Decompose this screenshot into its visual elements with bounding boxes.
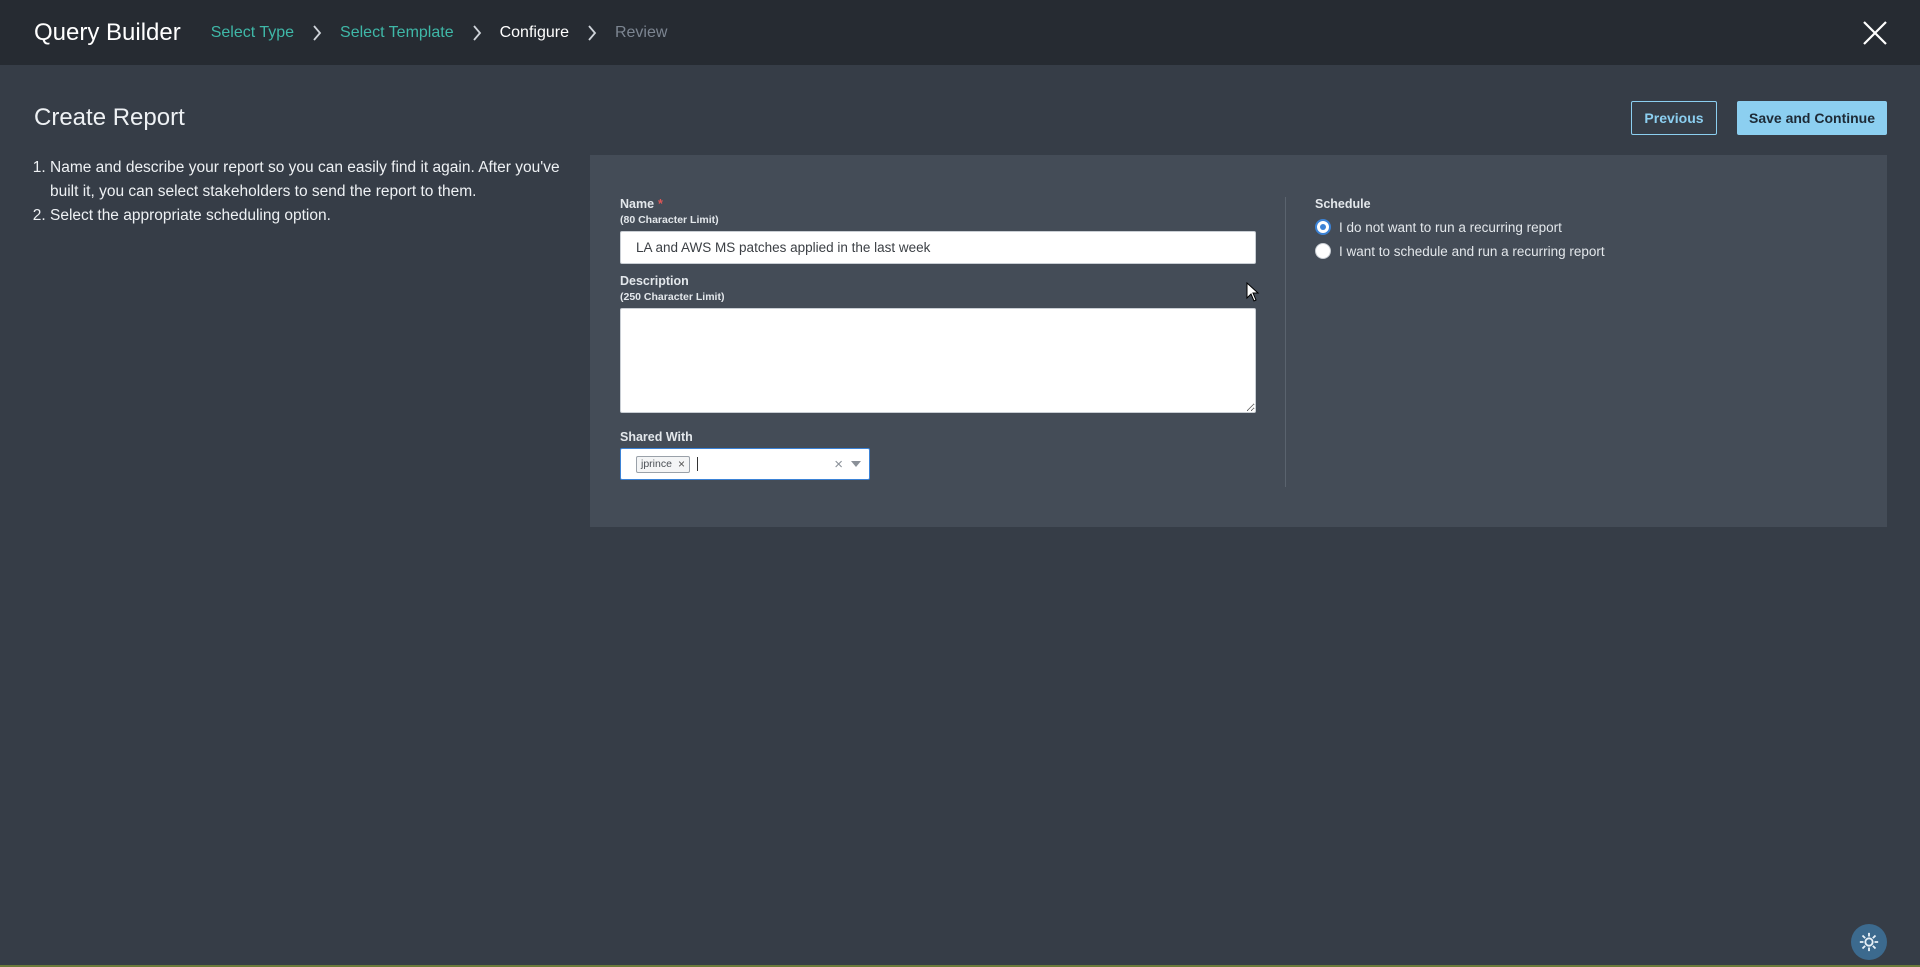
schedule-option-label: I do not want to run a recurring report bbox=[1339, 219, 1562, 235]
app-title: Query Builder bbox=[34, 18, 181, 46]
instructions-list: Name and describe your report so you can… bbox=[28, 156, 570, 228]
top-bar: Query Builder Select Type Select Templat… bbox=[0, 0, 1920, 65]
mouse-pointer-icon bbox=[1246, 281, 1260, 302]
chevron-right-icon bbox=[454, 24, 500, 41]
radio-button-unchecked[interactable] bbox=[1315, 243, 1331, 259]
schedule-option-label: I want to schedule and run a recurring r… bbox=[1339, 243, 1605, 259]
radio-button-checked[interactable] bbox=[1315, 219, 1331, 235]
breadcrumb-configure: Configure bbox=[499, 23, 569, 41]
shared-with-select[interactable]: jprince × × bbox=[620, 448, 870, 480]
user-chip: jprince × bbox=[636, 455, 690, 473]
clear-selection-icon[interactable]: × bbox=[834, 456, 843, 473]
previous-button[interactable]: Previous bbox=[1631, 101, 1717, 135]
schedule-label: Schedule bbox=[1315, 197, 1371, 211]
chevron-down-icon[interactable] bbox=[851, 461, 861, 467]
description-label: Description bbox=[620, 274, 689, 288]
breadcrumb: Select Type Select Template Configure Re… bbox=[211, 24, 668, 42]
description-textarea[interactable] bbox=[620, 308, 1256, 413]
schedule-option-no-recurring[interactable]: I do not want to run a recurring report bbox=[1315, 219, 1562, 235]
schedule-option-recurring[interactable]: I want to schedule and run a recurring r… bbox=[1315, 243, 1605, 259]
name-label-text: Name bbox=[620, 197, 655, 211]
chevron-right-icon bbox=[569, 24, 615, 41]
column-divider bbox=[1285, 197, 1286, 487]
name-limit-hint: (80 Character Limit) bbox=[620, 214, 719, 226]
page-title: Create Report bbox=[34, 104, 185, 131]
breadcrumb-select-type[interactable]: Select Type bbox=[211, 24, 294, 42]
text-caret bbox=[696, 457, 698, 471]
save-and-continue-button[interactable]: Save and Continue bbox=[1737, 101, 1887, 135]
report-form-panel: Name* (80 Character Limit) Description (… bbox=[590, 155, 1887, 527]
shared-with-label: Shared With bbox=[620, 430, 693, 444]
instruction-item: Select the appropriate scheduling option… bbox=[50, 204, 570, 228]
breadcrumb-review: Review bbox=[614, 23, 668, 41]
name-label: Name * bbox=[620, 197, 663, 211]
required-mark: * bbox=[658, 197, 663, 211]
breadcrumb-select-template[interactable]: Select Template bbox=[340, 24, 454, 42]
help-gear-icon[interactable] bbox=[1851, 924, 1887, 960]
report-name-input[interactable] bbox=[620, 231, 1256, 264]
user-chip-label: jprince bbox=[641, 458, 672, 470]
instruction-item: Name and describe your report so you can… bbox=[50, 156, 570, 204]
close-icon[interactable] bbox=[1862, 20, 1888, 46]
description-limit-hint: (250 Character Limit) bbox=[620, 291, 725, 303]
chevron-right-icon bbox=[294, 24, 340, 41]
remove-chip-icon[interactable]: × bbox=[678, 458, 685, 470]
